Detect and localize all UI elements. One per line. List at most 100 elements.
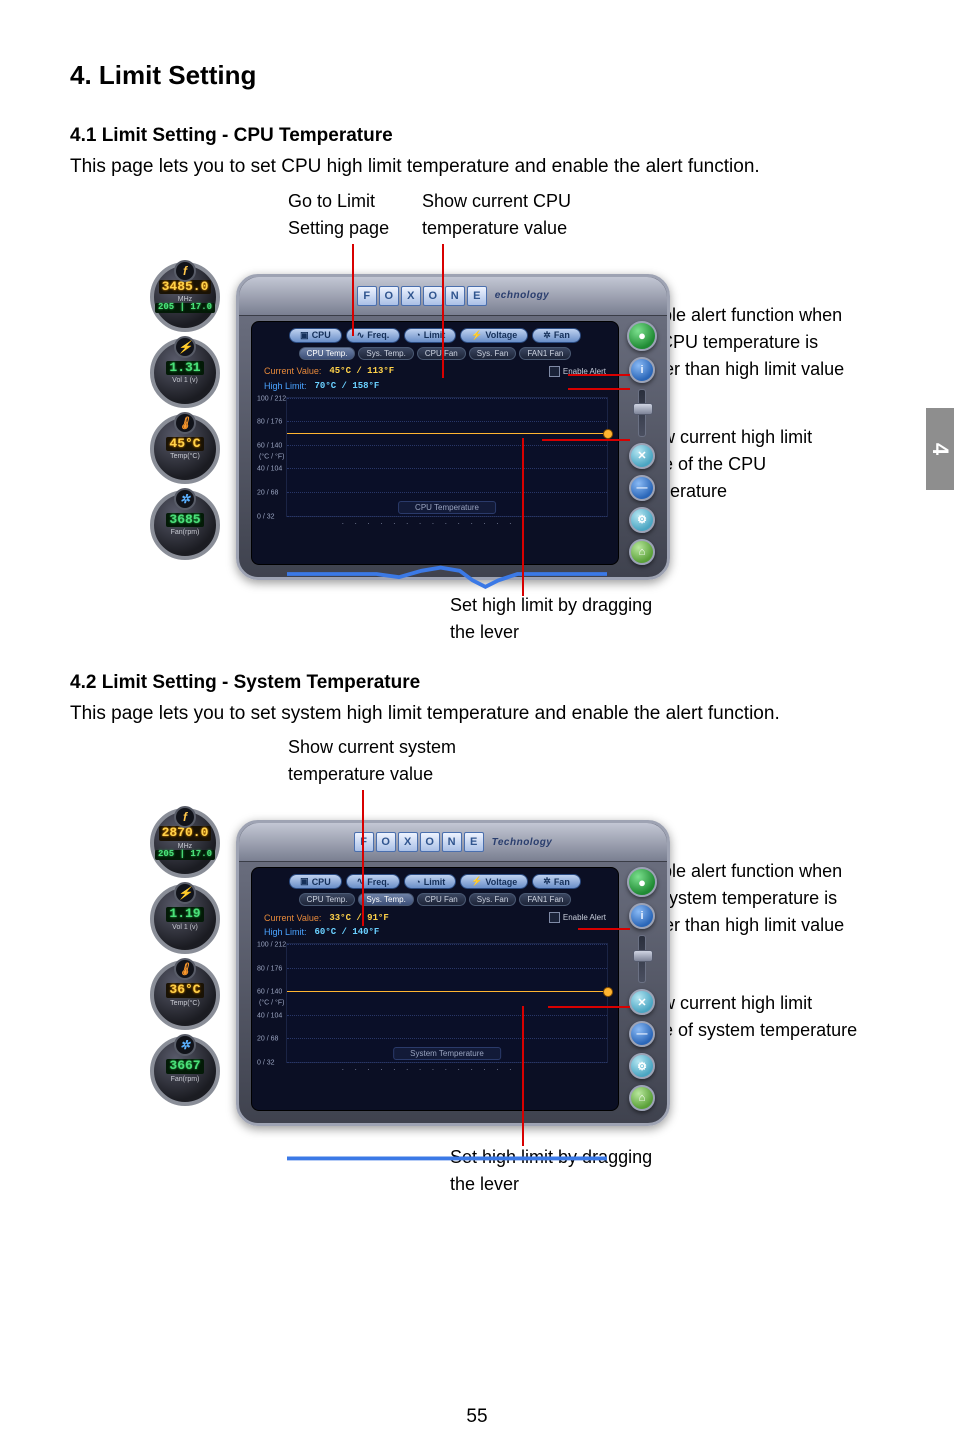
subtab-cpu-temp[interactable]: CPU Temp. (299, 347, 356, 360)
dial-fan[interactable]: ✲ 3685 Fan(rpm) (150, 490, 220, 560)
dial-value: 205 | 17.0 (155, 303, 215, 313)
gauge-icon: ◔ (415, 330, 420, 340)
vertical-slider[interactable] (638, 935, 646, 983)
high-limit-row: High Limit: 60°C / 140°F (258, 925, 612, 939)
dial-frequency[interactable]: f 3485.0 MHz 205 | 17.0 (150, 262, 220, 332)
high-limit-value: 70°C / 158°F (315, 381, 380, 391)
callout-show-current: Show current system temperature value (288, 734, 518, 788)
subtab-cpu-fan[interactable]: CPU Fan (417, 893, 466, 906)
tab-cpu[interactable]: ▣CPU (289, 328, 342, 343)
dial-fan[interactable]: ✲ 3667 Fan(rpm) (150, 1036, 220, 1106)
panel-body: ▣CPU ∿Freq. ◔Limit ⚡Voltage ✲Fan CPU Tem… (251, 867, 619, 1111)
tab-fan[interactable]: ✲Fan (532, 328, 581, 343)
dial-frequency[interactable]: f 2870.0 MHz 205 | 17.0 (150, 808, 220, 878)
subtab-sys-fan[interactable]: Sys. Fan (469, 893, 517, 906)
apply-button[interactable]: ● (627, 321, 657, 351)
current-value-label: Current Value: (264, 366, 321, 376)
minimize-button[interactable]: — (629, 1021, 655, 1047)
close-button[interactable]: ✕ (629, 989, 655, 1015)
subtab-sys-fan[interactable]: Sys. Fan (469, 347, 517, 360)
current-value-label: Current Value: (264, 913, 321, 923)
app-window: f 3485.0 MHz 205 | 17.0 ⚡ 1.31 Vol 1 (v)… (150, 262, 670, 592)
tab-fan[interactable]: ✲Fan (532, 874, 581, 889)
home-button[interactable]: ⌂ (629, 1085, 655, 1111)
dial-value: 3485.0 (159, 280, 212, 294)
subtab-sys-temp[interactable]: Sys. Temp. (358, 347, 413, 360)
fan-icon: ✲ (174, 1034, 196, 1056)
tab-voltage[interactable]: ⚡Voltage (460, 328, 528, 343)
axis-unit-label: (°C / °F) (259, 1000, 284, 1007)
dial-column: f 3485.0 MHz 205 | 17.0 ⚡ 1.31 Vol 1 (v)… (150, 262, 226, 592)
current-value: 33°C / 91°F (329, 913, 388, 923)
subtab-sys-temp[interactable]: Sys. Temp. (358, 893, 413, 906)
frequency-icon: f (174, 806, 196, 828)
bolt-icon: ⚡ (174, 336, 196, 358)
vertical-slider[interactable] (638, 389, 646, 437)
callout-show-current: Show current CPU temperature value (422, 188, 622, 242)
chart-title: CPU Temperature (398, 501, 496, 514)
enable-alert[interactable]: Enable Alert (549, 912, 606, 923)
subtab-cpu-temp[interactable]: CPU Temp. (299, 893, 356, 906)
slider-thumb[interactable] (633, 403, 653, 415)
control-column: ● i ✕ — ⚙ ⌂ (625, 321, 659, 565)
settings-button[interactable]: ⚙ (629, 507, 655, 533)
slider-thumb[interactable] (633, 950, 653, 962)
info-button[interactable]: i (629, 357, 655, 383)
chapter-tab: 4 (926, 408, 954, 490)
high-limit-value: 60°C / 140°F (315, 927, 380, 937)
trace-line (287, 398, 607, 718)
bolt-icon: ⚡ (471, 876, 482, 887)
body-text: This page lets you to set CPU high limit… (70, 153, 884, 182)
wave-icon: ∿ (357, 330, 365, 341)
dial-sublabel: Fan(rpm) (171, 529, 200, 536)
current-value-row: Current Value: 33°C / 91°F Enable Alert (258, 910, 612, 925)
dial-column: f 2870.0 MHz 205 | 17.0 ⚡ 1.19 Vol 1 (v)… (150, 808, 226, 1138)
trace-line (287, 944, 607, 1264)
dial-temperature[interactable]: 🌡 36°C Temp(°C) (150, 960, 220, 1030)
dial-value: 3685 (166, 513, 203, 527)
subtab-row: CPU Temp. Sys. Temp. CPU Fan Sys. Fan FA… (258, 347, 612, 360)
thermometer-icon: 🌡 (174, 412, 196, 434)
dial-sublabel: Temp(°C) (170, 1000, 200, 1007)
dial-voltage[interactable]: ⚡ 1.19 Vol 1 (v) (150, 884, 220, 954)
section-heading: 4. Limit Setting (70, 60, 884, 91)
brand-logo: F O X O N E (354, 832, 484, 852)
dial-sublabel: Vol 1 (v) (172, 924, 198, 931)
panel-header: F O X O N E echnology (239, 277, 667, 316)
fan-icon: ✲ (543, 330, 551, 341)
dial-temperature[interactable]: 🌡 45°C Temp(°C) (150, 414, 220, 484)
thermometer-icon: 🌡 (174, 958, 196, 980)
info-button[interactable]: i (629, 903, 655, 929)
minimize-button[interactable]: — (629, 475, 655, 501)
dial-value: 2870.0 (159, 826, 212, 840)
chip-icon: ▣ (300, 876, 309, 887)
main-panel: F O X O N E echnology ▣CPU ∿Freq. ◔Limit (236, 274, 670, 580)
tab-cpu[interactable]: ▣CPU (289, 874, 342, 889)
dial-voltage[interactable]: ⚡ 1.31 Vol 1 (v) (150, 338, 220, 408)
gauge-icon: ◔ (415, 877, 420, 887)
dial-value: 205 | 17.0 (155, 850, 215, 860)
apply-button[interactable]: ● (627, 867, 657, 897)
chip-icon: ▣ (300, 330, 309, 341)
settings-button[interactable]: ⚙ (629, 1053, 655, 1079)
subtab-fan1[interactable]: FAN1 Fan (519, 347, 571, 360)
dial-value: 36°C (166, 983, 203, 997)
fan-icon: ✲ (174, 488, 196, 510)
tab-limit[interactable]: ◔Limit (404, 874, 456, 889)
tab-limit[interactable]: ◔Limit (404, 328, 456, 343)
tab-freq[interactable]: ∿Freq. (346, 874, 401, 889)
subtab-fan1[interactable]: FAN1 Fan (519, 893, 571, 906)
close-button[interactable]: ✕ (629, 443, 655, 469)
home-button[interactable]: ⌂ (629, 539, 655, 565)
high-limit-label: High Limit: (264, 927, 307, 937)
tab-voltage[interactable]: ⚡Voltage (460, 874, 528, 889)
dial-value: 45°C (166, 437, 203, 451)
checkbox-icon[interactable] (549, 366, 560, 377)
subtab-row: CPU Temp. Sys. Temp. CPU Fan Sys. Fan FA… (258, 893, 612, 906)
tab-row: ▣CPU ∿Freq. ◔Limit ⚡Voltage ✲Fan (258, 328, 612, 343)
chart-title: System Temperature (393, 1047, 501, 1060)
brand-tagline: echnology (495, 290, 550, 301)
axis-unit-label: (°C / °F) (259, 453, 284, 460)
checkbox-icon[interactable] (549, 912, 560, 923)
panel-body: ▣CPU ∿Freq. ◔Limit ⚡Voltage ✲Fan CPU Tem… (251, 321, 619, 565)
